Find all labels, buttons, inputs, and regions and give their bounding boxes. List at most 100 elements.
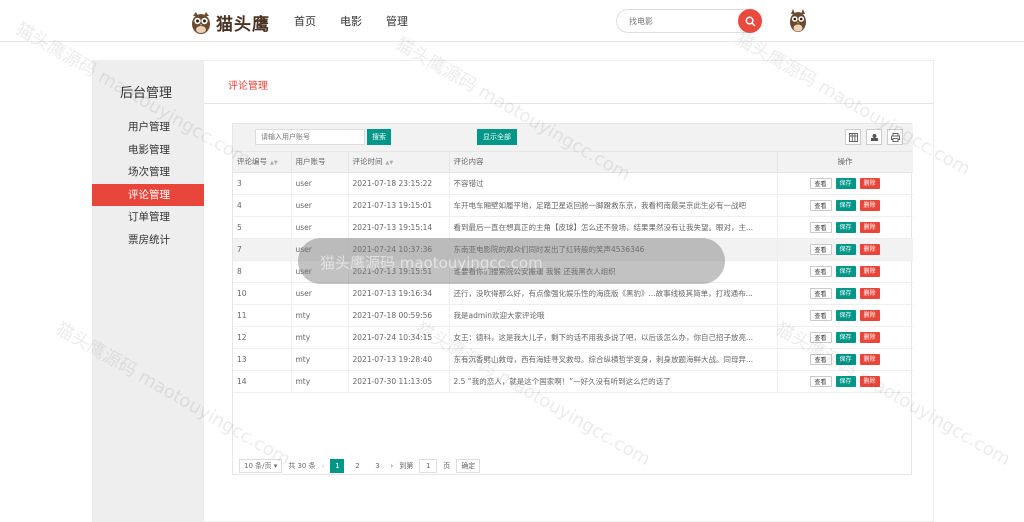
save-button[interactable]: 保存 (835, 353, 856, 365)
comments-table: 评论编号 ▲▼ 用户账号 评论时间 ▲▼ 评论内容 操作 3 user 2021-07-… (233, 152, 913, 393)
column-header: 用户账号 (291, 152, 349, 173)
sidebar-item-box-office[interactable]: 票房统计 (92, 229, 204, 252)
view-button[interactable]: 查看 (809, 353, 832, 365)
page-2[interactable]: 2 (350, 459, 364, 473)
table-row[interactable]: 14 mty 2021-07-30 11:13:05 2.5 “我的恋人，就是这个国家… (233, 370, 913, 393)
column-header: 评论内容 (449, 152, 778, 173)
view-button[interactable]: 查看 (809, 287, 832, 299)
cell-time: 2021-07-30 11:13:05 (348, 370, 450, 393)
search-button[interactable]: 搜索 (367, 129, 391, 145)
column-header[interactable]: 评论编号 ▲▼ (233, 152, 292, 173)
sidebar-item-orders[interactable]: 订单管理 (92, 206, 204, 229)
sort-icon[interactable]: ▲▼ (386, 160, 394, 166)
cell-content: 2.5 “我的恋人，就是这个国家啊！”—好久没有听到这么烂的话了 (449, 370, 778, 393)
column-header[interactable]: 评论时间 ▲▼ (348, 152, 450, 173)
table-body: 3 user 2021-07-18 23:15:22 不容错过 查看 保存 删除 4 user 2… (233, 172, 913, 393)
sidebar-title: 后台管理 (120, 86, 173, 101)
delete-button[interactable]: 删除 (859, 287, 880, 299)
next-page-icon[interactable]: › (390, 462, 393, 470)
save-button[interactable]: 保存 (835, 177, 856, 189)
cell-actions: 查看 保存 删除 (777, 260, 913, 283)
table-row[interactable]: 11 mty 2021-07-18 00:59:56 我是admin欢迎大家评论哦 查看… (233, 304, 913, 327)
view-button[interactable]: 查看 (809, 331, 832, 343)
view-button[interactable]: 查看 (809, 221, 832, 233)
comments-table-panel: 搜索 显示全部 评论编号▲▼ 用户账号 (232, 123, 913, 475)
view-button[interactable]: 查看 (809, 309, 832, 321)
page-size-select[interactable]: 10 条/页 ▾ (239, 459, 283, 473)
delete-button[interactable]: 删除 (859, 375, 880, 387)
save-button[interactable]: 保存 (835, 265, 856, 277)
delete-button[interactable]: 删除 (859, 221, 880, 233)
search-input[interactable] (629, 15, 729, 27)
page-1[interactable]: 1 (330, 459, 345, 473)
sort-icon[interactable]: ▲▼ (270, 160, 278, 166)
cell-user: user (291, 282, 349, 305)
delete-button[interactable]: 删除 (859, 353, 880, 365)
table-row[interactable]: 5 user 2021-07-13 19:15:14 看到最后一直在想真正的主角【皮球… (233, 216, 913, 239)
cell-time: 2021-07-13 19:16:34 (348, 282, 450, 305)
delete-button[interactable]: 删除 (859, 199, 880, 211)
table-row[interactable]: 3 user 2021-07-18 23:15:22 不容错过 查看 保存 删除 (233, 172, 913, 195)
total-count: 共 30 条 (288, 462, 316, 470)
sidebar-item-comments[interactable]: 评论管理 (92, 183, 204, 206)
sidebar-item-movies[interactable]: 电影管理 (92, 139, 204, 162)
cell-content: 谁要看你们搜索院公安搬運 我猴 还我黑衣人组织 (449, 260, 778, 283)
goto-confirm-button[interactable]: 确定 (456, 459, 481, 473)
view-button[interactable]: 查看 (809, 265, 832, 277)
table-row[interactable]: 8 user 2021-07-13 19:15:51 谁要看你们搜索院公安搬運 我猴 … (233, 260, 913, 283)
prev-page-icon[interactable]: ‹ (322, 462, 325, 470)
cell-user: user (291, 194, 349, 217)
search-button[interactable] (738, 9, 762, 33)
table-row[interactable]: 4 user 2021-07-13 19:15:01 车开电车厢壁如履平地，足踏卫星返… (233, 194, 913, 217)
sidebar-item-users[interactable]: 用户管理 (92, 116, 204, 139)
save-button[interactable]: 保存 (835, 243, 856, 255)
save-button[interactable]: 保存 (835, 309, 856, 321)
delete-button[interactable]: 删除 (859, 243, 880, 255)
goto-page-input[interactable]: 1 (419, 459, 438, 473)
view-button[interactable]: 查看 (809, 177, 832, 189)
delete-button[interactable]: 删除 (859, 177, 880, 189)
nav-admin[interactable]: 管理 (386, 13, 408, 29)
save-button[interactable]: 保存 (835, 375, 856, 387)
save-button[interactable]: 保存 (835, 199, 856, 211)
cell-time: 2021-07-24 10:34:15 (348, 326, 450, 349)
delete-button[interactable]: 删除 (859, 331, 880, 343)
cell-time: 2021-07-13 19:15:14 (348, 216, 450, 239)
export-icon[interactable] (866, 129, 882, 145)
table-row[interactable]: 13 mty 2021-07-13 19:28:40 东有沉香劈山救母，西有海娃寻叉救… (233, 348, 913, 371)
cell-id: 7 (233, 238, 292, 261)
table-row[interactable]: 7 user 2021-07-24 10:37:36 东南亚电影院的观众们同时发出了红… (233, 238, 913, 261)
save-button[interactable]: 保存 (835, 331, 856, 343)
cell-id: 3 (233, 172, 292, 195)
user-account-input[interactable] (255, 129, 365, 145)
columns-filter-icon[interactable] (845, 129, 861, 145)
cell-content: 看到最后一直在想真正的主角【皮球】怎么还不登场，结果果然没有让我失望。眼对，主.… (449, 216, 778, 239)
delete-button[interactable]: 删除 (859, 265, 880, 277)
table-row[interactable]: 10 user 2021-07-13 19:16:34 还行，没吹得那么好，有点像强化… (233, 282, 913, 305)
view-button[interactable]: 查看 (809, 375, 832, 387)
table-header-row: 评论编号 ▲▼ 用户账号 评论时间 ▲▼ 评论内容 操作 (233, 152, 913, 173)
save-button[interactable]: 保存 (835, 287, 856, 299)
print-icon[interactable] (887, 129, 903, 145)
page-title: 评论管理 (228, 81, 268, 92)
main-content: 评论管理 搜索 显示全部 (204, 60, 934, 522)
cell-actions: 查看 保存 删除 (777, 194, 913, 217)
cell-user: user (291, 172, 349, 195)
delete-button[interactable]: 删除 (859, 309, 880, 321)
sidebar-item-showtimes[interactable]: 场次管理 (92, 161, 204, 184)
cell-content: 东南亚电影院的观众们同时发出了红转般的笑声4536346 (449, 238, 778, 261)
brand-logo[interactable]: 猫头鹰 (190, 8, 270, 36)
cell-user: mty (291, 348, 349, 371)
cell-user: mty (291, 304, 349, 327)
page-3[interactable]: 3 (370, 459, 384, 473)
nav-movies[interactable]: 电影 (340, 13, 362, 29)
nav-home[interactable]: 首页 (294, 13, 316, 29)
show-all-button[interactable]: 显示全部 (477, 129, 517, 145)
view-button[interactable]: 查看 (809, 199, 832, 211)
admin-sidebar: 后台管理 用户管理 电影管理 场次管理 评论管理 订单管理 票房统计 (92, 60, 204, 522)
save-button[interactable]: 保存 (835, 221, 856, 233)
search-icon (745, 16, 756, 27)
view-button[interactable]: 查看 (809, 243, 832, 255)
table-row[interactable]: 12 mty 2021-07-24 10:34:15 女王：德科，这是我大儿子，剩下的… (233, 326, 913, 349)
user-avatar[interactable] (788, 7, 808, 33)
